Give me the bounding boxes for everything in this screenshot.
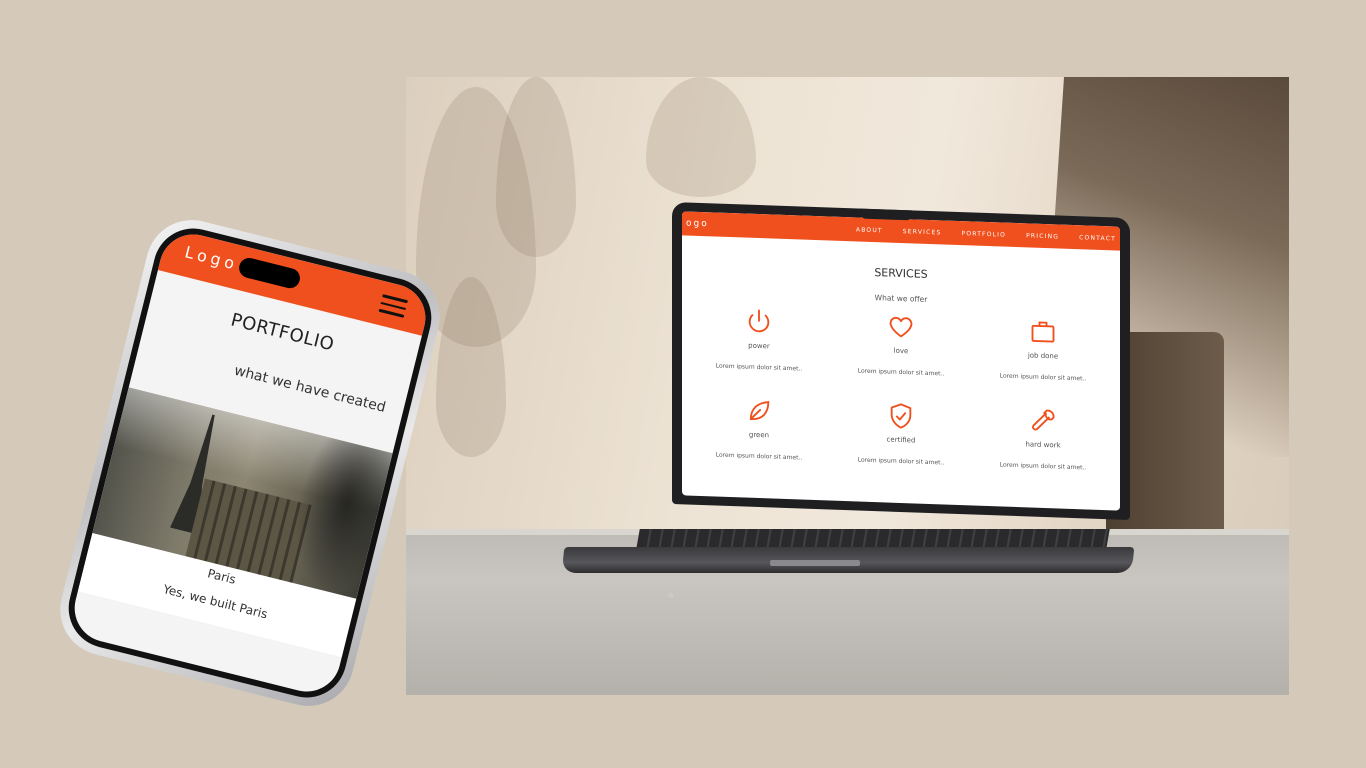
wrench-icon xyxy=(1032,409,1055,431)
laptop-logo[interactable]: ogo xyxy=(686,218,709,229)
service-card-power: power Lorem ipsum dolor sit amet.. xyxy=(688,306,830,374)
hamburger-menu-icon[interactable] xyxy=(377,294,409,322)
service-text: Lorem ipsum dolor sit amet.. xyxy=(715,451,803,462)
service-card-hard-work: hard work Lorem ipsum dolor sit amet.. xyxy=(972,404,1114,472)
dynamic-island xyxy=(237,255,303,291)
laptop-lid: ogo ABOUT SERVICES PORTFOLIO PRICING CON… xyxy=(672,202,1130,520)
trees-shape xyxy=(278,433,393,599)
services-grid: power Lorem ipsum dolor sit amet.. love … xyxy=(682,305,1120,472)
heart-icon xyxy=(889,316,913,338)
service-name: green xyxy=(748,430,770,440)
service-name: hard work xyxy=(1025,440,1061,450)
laptop-nav-menu: ABOUT SERVICES PORTFOLIO PRICING CONTACT xyxy=(856,226,1116,242)
nav-item-about[interactable]: ABOUT xyxy=(856,226,883,234)
nav-item-contact[interactable]: CONTACT xyxy=(1079,234,1116,242)
laptop-mockup-photo: ogo ABOUT SERVICES PORTFOLIO PRICING CON… xyxy=(406,77,1289,695)
service-text: Lorem ipsum dolor sit amet.. xyxy=(857,367,945,378)
phone-bezel: Logo PORTFOLIO what we have created Pari… xyxy=(60,220,440,706)
plant-shadow xyxy=(646,77,756,197)
nav-item-portfolio[interactable]: PORTFOLIO xyxy=(962,230,1007,239)
laptop-notch xyxy=(860,208,912,221)
services-title: SERVICES xyxy=(874,266,928,281)
service-text: Lorem ipsum dolor sit amet.. xyxy=(715,362,803,373)
service-name: certified xyxy=(886,435,916,445)
laptop-trackpad xyxy=(770,560,860,566)
nav-item-services[interactable]: SERVICES xyxy=(903,228,942,236)
leaf-icon xyxy=(749,401,770,420)
service-name: love xyxy=(893,346,909,356)
service-name: power xyxy=(748,341,770,351)
laptop-keyboard xyxy=(636,529,1110,549)
service-card-love: love Lorem ipsum dolor sit amet.. xyxy=(830,311,972,379)
service-name: job done xyxy=(1027,351,1059,361)
nav-item-pricing[interactable]: PRICING xyxy=(1026,232,1059,240)
service-text: Lorem ipsum dolor sit amet.. xyxy=(857,456,945,467)
plant-shadow xyxy=(496,77,576,257)
service-card-job-done: job done Lorem ipsum dolor sit amet.. xyxy=(972,315,1114,383)
shield-check-icon xyxy=(890,403,912,429)
power-icon xyxy=(748,309,770,333)
service-card-certified: certified Lorem ipsum dolor sit amet.. xyxy=(830,400,972,468)
phone-mockup: Logo PORTFOLIO what we have created Pari… xyxy=(50,210,450,716)
service-text: Lorem ipsum dolor sit amet.. xyxy=(999,372,1087,383)
phone-logo[interactable]: Logo xyxy=(183,242,240,274)
laptop-screen: ogo ABOUT SERVICES PORTFOLIO PRICING CON… xyxy=(682,211,1120,511)
service-card-green: green Lorem ipsum dolor sit amet.. xyxy=(688,395,830,463)
phone-screen: Logo PORTFOLIO what we have created Pari… xyxy=(67,227,433,699)
briefcase-icon xyxy=(1031,321,1055,343)
service-text: Lorem ipsum dolor sit amet.. xyxy=(999,461,1087,472)
